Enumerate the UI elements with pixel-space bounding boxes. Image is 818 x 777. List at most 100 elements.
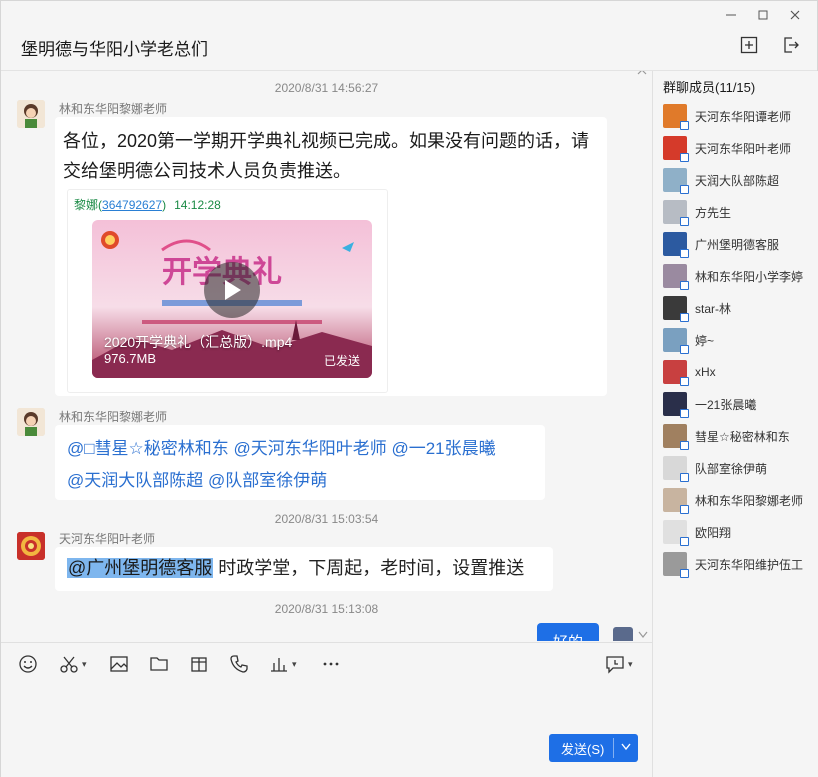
member-item[interactable]: 天河东华阳维护伍工	[663, 551, 813, 578]
bar-chart-icon[interactable]: ▾	[269, 654, 297, 674]
emoji-icon[interactable]	[18, 654, 38, 674]
member-item[interactable]: 林和东华阳黎娜老师	[663, 487, 813, 514]
member-name: 广州堡明德客服	[695, 237, 780, 252]
send-button[interactable]: 发送(S)	[549, 734, 638, 762]
add-member-icon[interactable]	[739, 35, 759, 55]
chat-window: 堡明德与华阳小学老总们 2020/8/31 14:56:27 林和东华阳黎娜老师…	[0, 0, 818, 777]
device-badge-icon	[680, 313, 689, 322]
member-name: 婷~	[695, 333, 715, 348]
member-item[interactable]: star-林	[663, 295, 813, 322]
member-panel: 群聊成员(11/15) 天河东华阳谭老师天河东华阳叶老师天润大队部陈超方先生广州…	[652, 71, 818, 777]
chat-history-icon[interactable]: ▾	[605, 654, 633, 674]
chevron-down-icon[interactable]: ▾	[628, 659, 633, 670]
member-item[interactable]: 林和东华阳小学李婷	[663, 263, 813, 290]
device-badge-icon	[680, 281, 689, 290]
member-name: 天润大队部陈超	[695, 173, 780, 188]
member-item[interactable]: 天河东华阳谭老师	[663, 103, 813, 130]
exit-group-icon[interactable]	[781, 35, 801, 55]
close-icon[interactable]	[779, 5, 811, 25]
member-item[interactable]: 一21张晨曦	[663, 391, 813, 418]
red-packet-icon[interactable]	[189, 654, 209, 674]
device-badge-icon	[680, 409, 689, 418]
member-item[interactable]: 婷~	[663, 327, 813, 354]
device-badge-icon	[680, 121, 689, 130]
window-controls	[715, 5, 811, 25]
member-item[interactable]: 欧阳翔	[663, 519, 813, 546]
sender-name: 林和东华阳黎娜老师	[59, 102, 168, 116]
member-avatar	[663, 264, 689, 290]
video-thumbnail[interactable]: 开学典礼 2020开学典礼（汇总版）.mp4 976.7MB 已发送	[92, 220, 372, 378]
member-name: 彗星☆秘密林和东	[695, 429, 790, 444]
device-badge-icon	[680, 217, 689, 226]
member-name: 欧阳翔	[695, 525, 732, 540]
header-actions	[739, 35, 801, 55]
mention-line[interactable]: @天润大队部陈超 @队部室徐伊萌	[67, 465, 537, 497]
device-badge-icon	[680, 441, 689, 450]
input-toolbar: ▾ ▾ ▾	[1, 642, 652, 684]
device-badge-icon	[680, 505, 689, 514]
member-name: star-林	[695, 301, 732, 316]
message-bubble[interactable]: @□彗星☆秘密林和东 @天河东华阳叶老师 @一21张晨曦 @天润大队部陈超 @队…	[55, 425, 545, 500]
quote-qq-link[interactable]: 364792627	[102, 198, 162, 212]
sender-name: 天河东华阳叶老师	[59, 532, 156, 546]
forwarded-file-card[interactable]: 黎娜(364792627) 14:12:28 2020开学典礼（汇总版）.mp4…	[67, 189, 388, 393]
message-list[interactable]: 2020/8/31 14:56:27 林和东华阳黎娜老师 各位，2020第一学期…	[1, 71, 652, 641]
member-item[interactable]: 队部室徐伊萌	[663, 455, 813, 482]
scroll-down-icon[interactable]	[638, 631, 648, 639]
member-avatar	[663, 232, 689, 258]
avatar[interactable]	[17, 408, 45, 436]
message-text: 各位，2020第一学期开学典礼视频已完成。如果没有问题的话，请交给堡明德公司技术…	[63, 131, 590, 181]
member-name: 林和东华阳小学李婷	[695, 269, 804, 284]
maximize-icon[interactable]	[747, 5, 779, 25]
device-badge-icon	[680, 153, 689, 162]
member-name: 天河东华阳谭老师	[695, 109, 792, 124]
video-file-name: 2020开学典礼（汇总版）.mp4	[104, 334, 293, 350]
collapse-icon[interactable]	[636, 71, 648, 77]
message-input[interactable]: 发送(S)	[1, 684, 652, 777]
member-count-title: 群聊成员(11/15)	[663, 80, 756, 95]
member-avatar	[663, 328, 689, 354]
message-bubble[interactable]: 各位，2020第一学期开学典礼视频已完成。如果没有问题的话，请交给堡明德公司技术…	[55, 117, 607, 396]
member-avatar	[663, 296, 689, 322]
chat-title: 堡明德与华阳小学老总们	[21, 40, 208, 59]
phone-icon[interactable]	[229, 654, 249, 674]
member-item[interactable]: 天河东华阳叶老师	[663, 135, 813, 162]
image-icon[interactable]	[109, 654, 129, 674]
video-send-status: 已发送	[323, 354, 360, 368]
member-name: 队部室徐伊萌	[695, 461, 768, 476]
mention-selected[interactable]: @广州堡明德客服	[67, 558, 214, 578]
member-item[interactable]: xHx	[663, 359, 813, 386]
device-badge-icon	[680, 537, 689, 546]
screenshot-icon[interactable]: ▾	[59, 654, 87, 674]
avatar[interactable]	[17, 100, 45, 128]
message-timestamp: 2020/8/31 15:03:54	[274, 512, 379, 526]
member-item[interactable]: 天润大队部陈超	[663, 167, 813, 194]
mention-line[interactable]: @□彗星☆秘密林和东 @天河东华阳叶老师 @一21张晨曦	[67, 433, 537, 465]
self-avatar[interactable]	[613, 627, 633, 641]
chevron-down-icon[interactable]: ▾	[82, 659, 87, 670]
device-badge-icon	[680, 345, 689, 354]
folder-icon[interactable]	[149, 654, 169, 674]
member-avatar	[663, 360, 689, 386]
mention-list[interactable]: @□彗星☆秘密林和东 @天河东华阳叶老师 @一21张晨曦 @天润大队部陈超 @队…	[67, 433, 537, 497]
self-message-bubble[interactable]: 好的	[537, 623, 599, 641]
message-text: @广州堡明德客服 时政学堂，下周起，老时间，设置推送	[67, 554, 524, 582]
quote-author: 黎娜	[74, 198, 99, 212]
avatar[interactable]	[17, 532, 45, 560]
play-icon[interactable]	[204, 262, 260, 318]
member-item[interactable]: 彗星☆秘密林和东	[663, 423, 813, 450]
member-avatar	[663, 200, 689, 226]
sender-name: 林和东华阳黎娜老师	[59, 410, 168, 424]
member-item[interactable]: 广州堡明德客服	[663, 231, 813, 258]
more-icon[interactable]	[321, 654, 341, 674]
message-bubble[interactable]: @广州堡明德客服 时政学堂，下周起，老时间，设置推送	[55, 547, 553, 591]
send-options-chevron-icon[interactable]	[614, 743, 638, 754]
device-badge-icon	[680, 473, 689, 482]
device-badge-icon	[680, 249, 689, 258]
member-avatar	[663, 392, 689, 418]
member-item[interactable]: 方先生	[663, 199, 813, 226]
minimize-icon[interactable]	[715, 5, 747, 25]
chevron-down-icon[interactable]: ▾	[292, 659, 297, 670]
member-avatar	[663, 520, 689, 546]
send-label: 发送(S)	[561, 741, 605, 757]
